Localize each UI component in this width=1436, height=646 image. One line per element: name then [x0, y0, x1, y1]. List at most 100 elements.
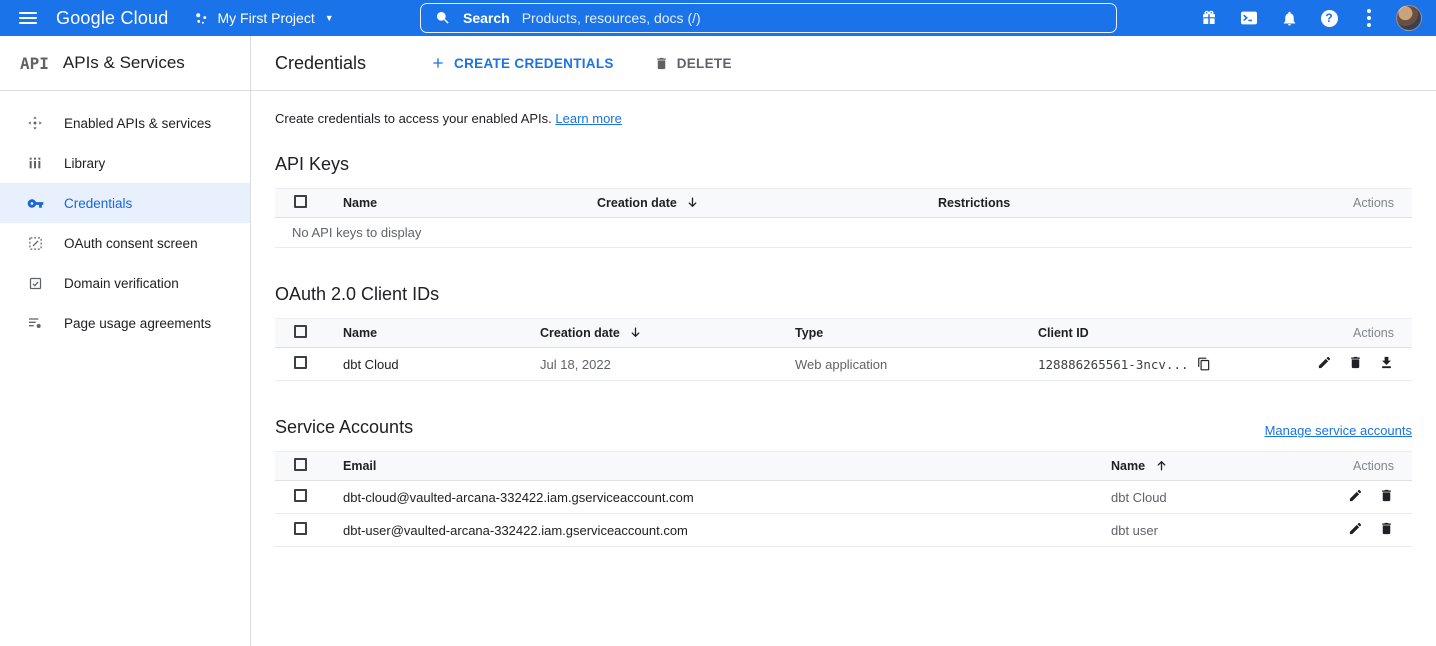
- more-options-icon[interactable]: [1356, 5, 1382, 31]
- search-placeholder: Products, resources, docs (/): [522, 10, 701, 26]
- free-trial-gift-icon[interactable]: [1196, 5, 1222, 31]
- edit-icon[interactable]: [1348, 488, 1363, 503]
- checkbox-check-icon: [26, 276, 44, 291]
- client-type: Web application: [775, 348, 1018, 381]
- api-keys-table: Name Creation date Restrictions Actions: [275, 188, 1412, 248]
- select-all-checkbox[interactable]: [294, 325, 307, 338]
- column-header-creation-date[interactable]: Creation date: [577, 189, 918, 218]
- sidebar-item-page-usage[interactable]: Page usage agreements: [0, 303, 250, 343]
- delete-icon[interactable]: [1348, 355, 1363, 370]
- manage-service-accounts-link[interactable]: Manage service accounts: [1265, 423, 1412, 438]
- top-app-bar: Google Cloud My First Project ▼ Search P…: [0, 0, 1436, 36]
- sort-asc-icon: [1155, 459, 1168, 472]
- search-icon: [435, 10, 451, 26]
- delete-button[interactable]: DELETE: [654, 56, 732, 71]
- row-checkbox[interactable]: [294, 489, 307, 502]
- trash-icon: [654, 56, 669, 71]
- column-header-type[interactable]: Type: [775, 319, 1018, 348]
- column-header-name[interactable]: Name: [1091, 452, 1302, 481]
- column-header-email[interactable]: Email: [323, 452, 1091, 481]
- page-title: Credentials: [275, 53, 366, 74]
- service-account-email: dbt-cloud@vaulted-arcana-332422.iam.gser…: [323, 481, 1091, 514]
- sidebar-item-enabled-apis[interactable]: Enabled APIs & services: [0, 103, 250, 143]
- row-checkbox[interactable]: [294, 522, 307, 535]
- sidebar-nav: Enabled APIs & services Library Credenti…: [0, 91, 251, 646]
- chevron-down-icon: ▼: [325, 13, 334, 23]
- sidebar-item-label: Page usage agreements: [64, 316, 211, 331]
- search-input[interactable]: Search Products, resources, docs (/): [420, 3, 1117, 33]
- sort-desc-icon: [629, 326, 642, 339]
- intro-text: Create credentials to access your enable…: [275, 111, 1412, 126]
- column-header-name[interactable]: Name: [323, 319, 520, 348]
- empty-message: No API keys to display: [275, 218, 1412, 248]
- service-accounts-title: Service Accounts: [275, 417, 413, 438]
- dashboard-icon: [26, 115, 44, 131]
- create-credentials-button[interactable]: CREATE CREDENTIALS: [430, 55, 614, 71]
- client-creation-date: Jul 18, 2022: [520, 348, 775, 381]
- column-header-actions: Actions: [1302, 452, 1412, 481]
- table-row: dbt-user@vaulted-arcana-332422.iam.gserv…: [275, 514, 1412, 547]
- notifications-bell-icon[interactable]: [1276, 5, 1302, 31]
- oauth-clients-table: Name Creation date Type Client ID Action…: [275, 318, 1412, 381]
- help-icon[interactable]: ?: [1316, 5, 1342, 31]
- page-header: Credentials CREATE CREDENTIALS DELETE: [251, 36, 1436, 90]
- column-header-restrictions[interactable]: Restrictions: [918, 189, 1302, 218]
- project-name: My First Project: [217, 10, 314, 26]
- empty-row: No API keys to display: [275, 218, 1412, 248]
- search-label: Search: [463, 10, 510, 26]
- sidebar-item-label: OAuth consent screen: [64, 236, 198, 251]
- client-id-value: 128886265561-3ncv...: [1038, 357, 1189, 372]
- sidebar-item-label: Domain verification: [64, 276, 179, 291]
- service-accounts-section: Service Accounts Manage service accounts…: [275, 417, 1412, 547]
- edit-icon[interactable]: [1317, 355, 1332, 370]
- sidebar-item-oauth-consent[interactable]: OAuth consent screen: [0, 223, 250, 263]
- copy-icon[interactable]: [1197, 357, 1211, 371]
- sidebar-item-credentials[interactable]: Credentials: [0, 183, 250, 223]
- sidebar-item-library[interactable]: Library: [0, 143, 250, 183]
- product-header: API APIs & Services: [0, 36, 251, 90]
- api-keys-section: API Keys Name Creation date Restrictions: [275, 154, 1412, 248]
- service-accounts-table: Email Name Actions dbt-cloud@vaulted: [275, 451, 1412, 547]
- row-checkbox[interactable]: [294, 356, 307, 369]
- list-gear-icon: [26, 315, 44, 331]
- api-product-icon: API: [20, 54, 49, 73]
- learn-more-link[interactable]: Learn more: [555, 111, 621, 126]
- column-header-name[interactable]: Name: [323, 189, 577, 218]
- sidebar-item-domain-verification[interactable]: Domain verification: [0, 263, 250, 303]
- google-cloud-logo[interactable]: Google Cloud: [56, 8, 168, 29]
- cloud-shell-icon[interactable]: [1236, 5, 1262, 31]
- column-header-actions: Actions: [1302, 319, 1412, 348]
- table-row: dbt-cloud@vaulted-arcana-332422.iam.gser…: [275, 481, 1412, 514]
- main-content: Create credentials to access your enable…: [251, 91, 1436, 646]
- edit-icon[interactable]: [1348, 521, 1363, 536]
- consent-screen-icon: [26, 236, 44, 251]
- library-icon: [26, 155, 44, 171]
- column-header-client-id[interactable]: Client ID: [1018, 319, 1302, 348]
- table-row: dbt Cloud Jul 18, 2022 Web application 1…: [275, 348, 1412, 381]
- topbar-actions: ?: [1196, 5, 1436, 31]
- sidebar-item-label: Library: [64, 156, 105, 171]
- client-name: dbt Cloud: [323, 348, 520, 381]
- sidebar-item-label: Credentials: [64, 196, 132, 211]
- delete-icon[interactable]: [1379, 521, 1394, 536]
- column-header-actions: Actions: [1302, 189, 1412, 218]
- service-account-name: dbt Cloud: [1091, 481, 1302, 514]
- oauth-clients-section: OAuth 2.0 Client IDs Name Creation date: [275, 284, 1412, 381]
- app-header: API APIs & Services Credentials CREATE C…: [0, 36, 1436, 91]
- select-all-checkbox[interactable]: [294, 195, 307, 208]
- delete-icon[interactable]: [1379, 488, 1394, 503]
- project-switcher[interactable]: My First Project ▼: [194, 10, 333, 26]
- product-title: APIs & Services: [63, 53, 185, 73]
- select-all-checkbox[interactable]: [294, 458, 307, 471]
- oauth-clients-title: OAuth 2.0 Client IDs: [275, 284, 439, 305]
- service-account-name: dbt user: [1091, 514, 1302, 547]
- user-avatar[interactable]: [1396, 5, 1422, 31]
- column-header-creation-date[interactable]: Creation date: [520, 319, 775, 348]
- project-icon: [194, 11, 209, 26]
- download-icon[interactable]: [1379, 355, 1394, 370]
- key-icon: [26, 195, 44, 212]
- sort-desc-icon: [686, 196, 699, 209]
- plus-icon: [430, 55, 446, 71]
- service-account-email: dbt-user@vaulted-arcana-332422.iam.gserv…: [323, 514, 1091, 547]
- menu-icon[interactable]: [0, 0, 56, 36]
